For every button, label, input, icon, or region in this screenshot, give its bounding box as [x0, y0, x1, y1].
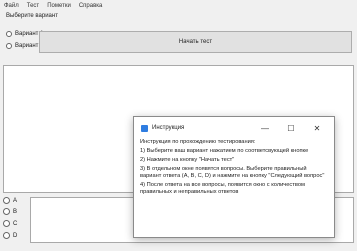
maximize-icon[interactable]: ☐: [278, 117, 304, 139]
radio-icon[interactable]: [3, 220, 10, 227]
menu-file[interactable]: Файл: [0, 0, 23, 12]
answer-a-radio[interactable]: A: [3, 197, 17, 204]
menu-bar: Файл Тест Пометки Справка: [0, 0, 357, 12]
answer-a-label: A: [13, 197, 18, 204]
dialog-body: Инструкция по прохождению тестирования: …: [134, 139, 334, 196]
answer-c-label: C: [13, 220, 18, 227]
variant-prompt: Выберите вариант: [6, 13, 58, 19]
instruction-step-4: 4) После ответа на все вопросы, появится…: [140, 182, 305, 195]
minimize-icon[interactable]: —: [252, 117, 278, 139]
answer-d-label: D: [13, 232, 18, 239]
instruction-step-2: 2) Нажмите на кнопку "Начать тест": [140, 157, 235, 163]
instruction-heading: Инструкция по прохождению тестирования:: [140, 139, 256, 145]
menu-test[interactable]: Тест: [23, 0, 43, 12]
variant-2-radio[interactable]: Вариант 2: [6, 43, 43, 49]
instruction-dialog: Инструкция — ☐ ✕ Инструкция по прохожден…: [133, 116, 335, 238]
radio-icon[interactable]: [3, 232, 10, 239]
instruction-step-1: 1) Выберите ваш вариант нажатием по соот…: [140, 148, 309, 154]
app-icon: [141, 124, 148, 132]
dialog-title: Инструкция: [152, 125, 185, 131]
radio-icon[interactable]: [6, 43, 12, 49]
instruction-step-3: 3) В отдельном окне появятся вопросы. Вы…: [140, 166, 325, 179]
radio-icon[interactable]: [3, 208, 10, 215]
menu-marks[interactable]: Пометки: [43, 0, 75, 12]
menu-help[interactable]: Справка: [75, 0, 107, 12]
variant-1-radio[interactable]: Вариант 1: [6, 31, 43, 37]
radio-icon[interactable]: [6, 31, 12, 37]
answer-d-radio[interactable]: D: [3, 232, 17, 239]
start-test-button[interactable]: Начать тест: [39, 31, 352, 53]
answer-b-radio[interactable]: B: [3, 208, 17, 215]
dialog-titlebar[interactable]: Инструкция — ☐ ✕: [134, 117, 334, 139]
close-icon[interactable]: ✕: [304, 117, 330, 139]
radio-icon[interactable]: [3, 197, 10, 204]
answer-c-radio[interactable]: C: [3, 220, 17, 227]
answer-b-label: B: [13, 208, 18, 215]
